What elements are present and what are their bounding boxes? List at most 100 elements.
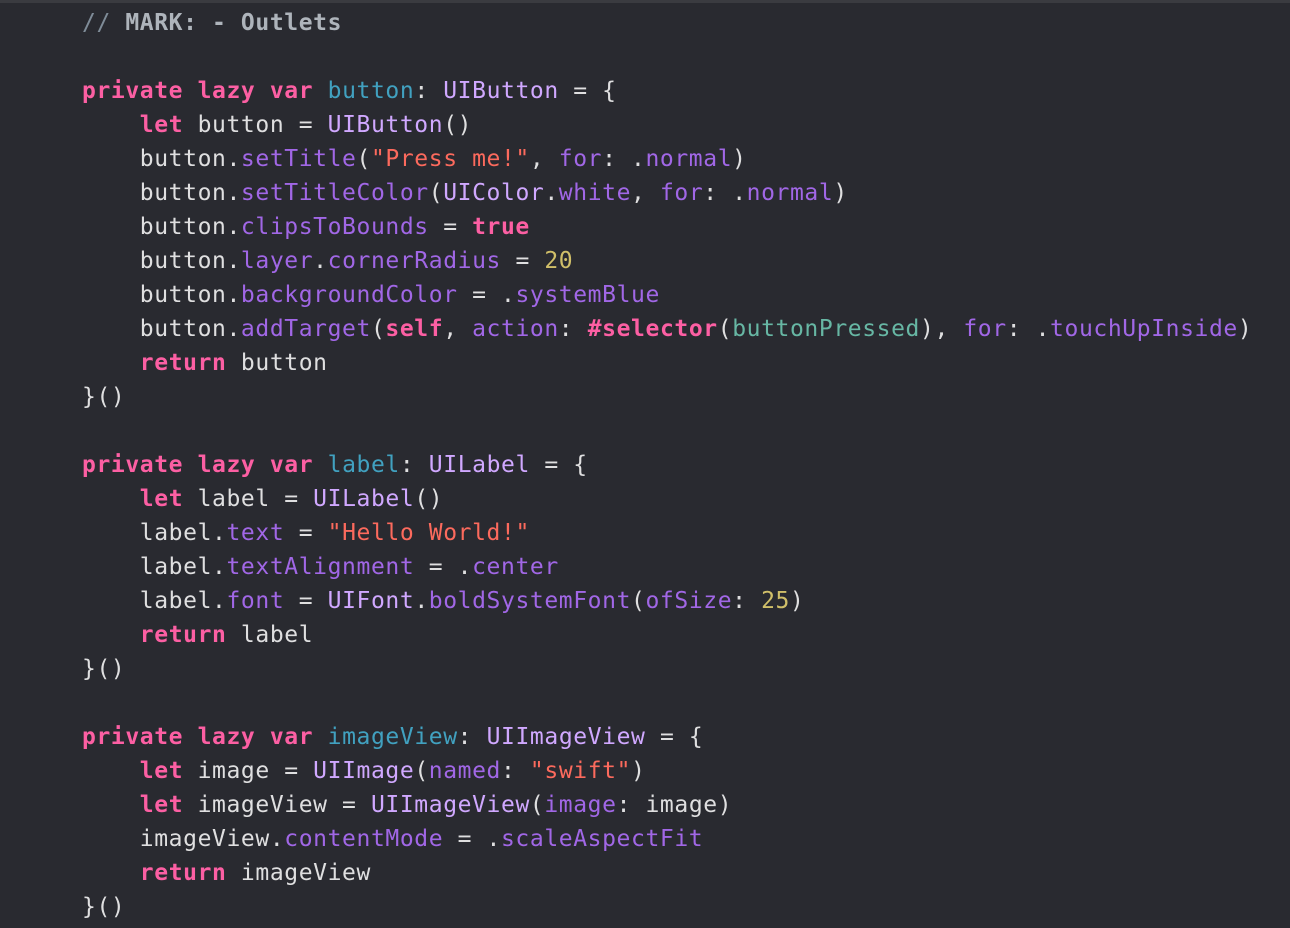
code-token: ( xyxy=(428,180,444,206)
code-line[interactable]: button.clipsToBounds = true xyxy=(82,210,530,244)
code-token: ) xyxy=(631,758,646,784)
code-token: layer xyxy=(240,248,314,274)
code-token: label = xyxy=(183,486,314,512)
code-token: UILabel xyxy=(428,452,530,478)
code-token: imageView. xyxy=(82,826,285,852)
code-token: , xyxy=(529,146,559,172)
code-token: label. xyxy=(82,588,227,614)
code-token: UIImage xyxy=(313,758,415,784)
code-token: = xyxy=(501,248,545,274)
code-token: true xyxy=(472,214,530,240)
code-token: var xyxy=(269,78,314,104)
code-token: 25 xyxy=(761,588,790,614)
code-token: label. xyxy=(82,554,227,580)
code-line[interactable]: let image = UIImage(named: "swift") xyxy=(82,754,646,788)
code-token: ( xyxy=(717,316,733,342)
code-line[interactable]: label.text = "Hello World!" xyxy=(82,516,530,550)
code-token: ) xyxy=(789,588,805,614)
code-line[interactable]: return button xyxy=(82,346,328,380)
code-line[interactable]: let button = UIButton() xyxy=(82,108,472,142)
code-token: = xyxy=(428,214,473,240)
code-token: , xyxy=(443,316,473,342)
code-line[interactable]: private lazy var label: UILabel = { xyxy=(82,448,588,482)
code-line[interactable]: }() xyxy=(82,890,125,924)
code-token: }() xyxy=(82,384,126,410)
code-line[interactable]: button.layer.cornerRadius = 20 xyxy=(82,244,573,278)
code-token: : xyxy=(732,588,762,614)
code-token: ), xyxy=(920,316,964,342)
code-token: text xyxy=(226,520,285,546)
code-token: . xyxy=(414,588,429,614)
code-line[interactable]: label.textAlignment = .center xyxy=(82,550,559,584)
code-token: label. xyxy=(82,520,227,546)
code-token: // xyxy=(82,10,126,36)
code-token: : . xyxy=(703,180,747,206)
code-line[interactable]: return imageView xyxy=(82,856,371,890)
code-token: let xyxy=(139,112,184,138)
code-line[interactable]: // MARK: - Outlets xyxy=(82,6,342,40)
code-token: white xyxy=(558,180,632,206)
code-token: : . xyxy=(602,146,646,172)
code-editor[interactable]: // MARK: - Outlets private lazy var butto… xyxy=(0,0,1290,928)
code-line[interactable]: button.addTarget(self, action: #selector… xyxy=(82,312,1252,346)
code-token: : xyxy=(399,452,429,478)
code-token: private xyxy=(82,724,184,750)
code-token: UIColor xyxy=(443,180,545,206)
code-token: button. xyxy=(82,146,241,172)
code-token: : xyxy=(457,724,487,750)
code-token: button. xyxy=(82,248,241,274)
code-line[interactable]: imageView.contentMode = .scaleAspectFit xyxy=(82,822,703,856)
code-token: imageView = xyxy=(183,792,371,818)
code-token: ) xyxy=(833,180,848,206)
code-token: lazy xyxy=(197,724,256,750)
code-token: cornerRadius xyxy=(327,248,501,274)
code-line[interactable]: private lazy var button: UIButton = { xyxy=(82,74,617,108)
code-token: scaleAspectFit xyxy=(500,826,704,852)
code-token: : xyxy=(558,316,588,342)
code-line[interactable]: button.setTitle("Press me!", for: .norma… xyxy=(82,142,747,176)
code-token: named xyxy=(428,758,502,784)
code-token: image = xyxy=(183,758,314,784)
code-line[interactable]: button.backgroundColor = .systemBlue xyxy=(82,278,660,312)
code-token: action xyxy=(472,316,559,342)
code-token: center xyxy=(472,554,559,580)
code-token: button. xyxy=(82,180,241,206)
code-token: return xyxy=(139,860,227,886)
code-token: let xyxy=(139,758,184,784)
code-line[interactable]: let imageView = UIImageView(image: image… xyxy=(82,788,732,822)
code-token: label xyxy=(226,622,314,648)
code-token: ( xyxy=(370,316,386,342)
code-token: , xyxy=(631,180,660,206)
code-token: lazy xyxy=(197,452,256,478)
code-token: button xyxy=(226,350,328,376)
code-token: UIImageView xyxy=(486,724,646,750)
code-token: setTitleColor xyxy=(240,180,429,206)
code-token: = . xyxy=(414,554,473,580)
code-token: imageView xyxy=(226,860,371,886)
code-line[interactable]: private lazy var imageView: UIImageView … xyxy=(82,720,703,754)
code-token: button xyxy=(327,78,415,104)
code-token: textAlignment xyxy=(226,554,415,580)
code-token: UILabel xyxy=(313,486,415,512)
code-token: touchUpInside xyxy=(1050,316,1238,342)
code-token: lazy xyxy=(197,78,256,104)
code-line[interactable]: return label xyxy=(82,618,313,652)
code-token: button. xyxy=(82,316,241,342)
code-token: "Press me!" xyxy=(370,146,530,172)
code-line[interactable]: }() xyxy=(82,652,125,686)
code-token: label xyxy=(327,452,400,478)
code-line[interactable]: let label = UILabel() xyxy=(82,482,443,516)
code-token: }() xyxy=(82,656,126,682)
code-line[interactable]: button.setTitleColor(UIColor.white, for:… xyxy=(82,176,848,210)
code-token: ( xyxy=(529,792,545,818)
code-line[interactable]: label.font = UIFont.boldSystemFont(ofSiz… xyxy=(82,584,804,618)
code-line[interactable]: }() xyxy=(82,380,125,414)
code-token: UIButton xyxy=(327,112,444,138)
code-token: : xyxy=(414,78,444,104)
